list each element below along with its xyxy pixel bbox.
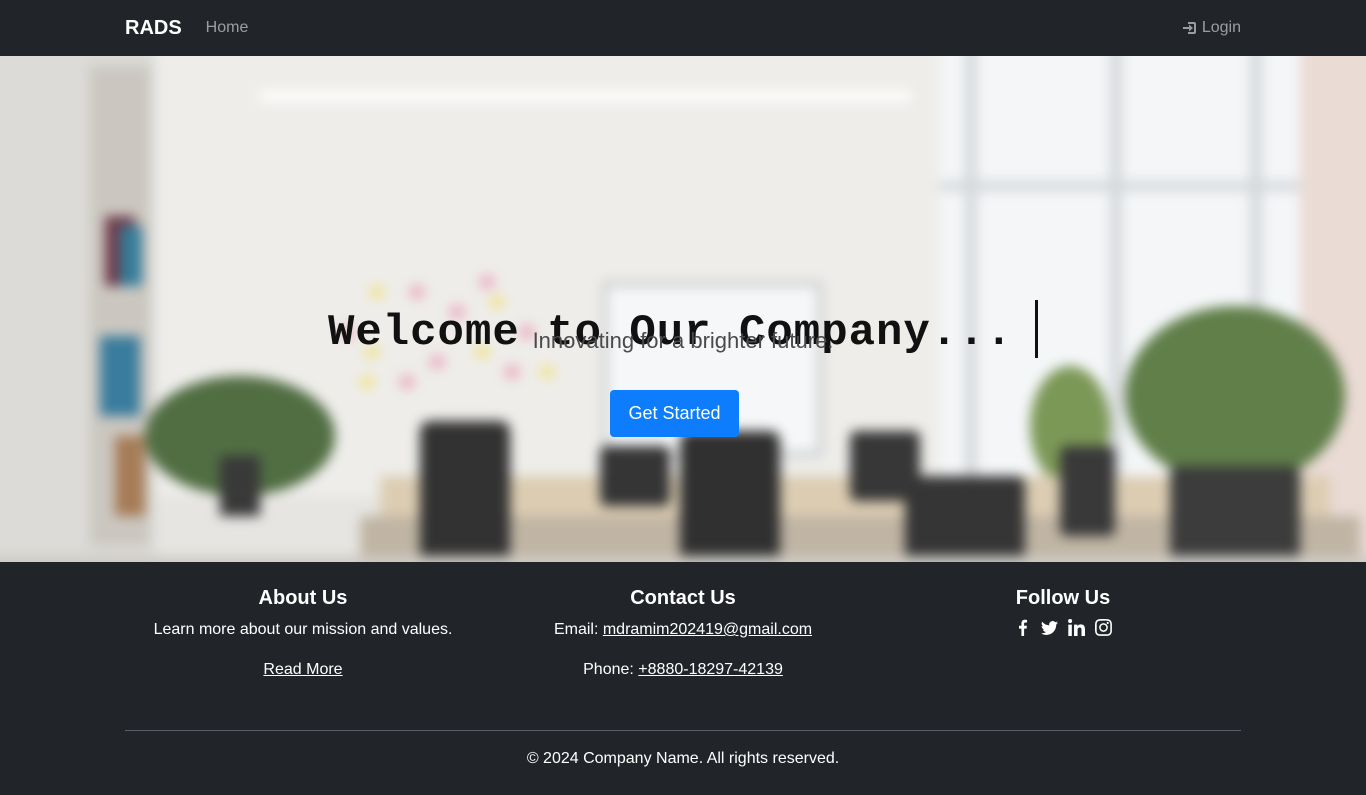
hero-section: Welcome to Our Company... Innovating for… [0, 56, 1366, 562]
hero-subtitle: Innovating for a brighter future. [532, 328, 834, 353]
login-label: Login [1201, 19, 1241, 36]
contact-heading: Contact Us [630, 587, 736, 609]
footer-divider [125, 730, 1241, 731]
nav-link-home[interactable]: Home [206, 19, 249, 37]
footer: About Us Learn more about our mission an… [0, 562, 1366, 795]
instagram-icon[interactable] [1095, 619, 1112, 636]
brand-logo[interactable]: RADS [125, 17, 182, 40]
about-text: Learn more about our mission and values. [153, 621, 453, 638]
get-started-button[interactable]: Get Started [610, 390, 739, 437]
facebook-icon[interactable] [1014, 619, 1031, 636]
twitter-icon[interactable] [1041, 619, 1058, 636]
navbar-container: RADS Home Login [125, 0, 1241, 56]
phone-link[interactable]: +8880-18297-42139 [638, 661, 783, 678]
read-more-link[interactable]: Read More [263, 661, 342, 678]
footer-contact-column: Contact Us Email: mdramim202419@gmail.co… [493, 587, 873, 699]
follow-heading: Follow Us [1015, 587, 1111, 609]
hero-content: Welcome to Our Company... Innovating for… [0, 56, 1366, 562]
linkedin-icon[interactable] [1068, 619, 1085, 636]
navbar: RADS Home Login [0, 0, 1366, 56]
footer-follow-column: Follow Us [873, 587, 1253, 636]
email-label: Email: [553, 621, 599, 638]
email-link[interactable]: mdramim202419@gmail.com [603, 621, 812, 638]
sign-in-icon [1182, 22, 1196, 34]
footer-about-column: About Us Learn more about our mission an… [113, 587, 493, 699]
contact-email-row: Email: mdramim202419@gmail.com [493, 619, 873, 641]
copyright-text: © 2024 Company Name. All rights reserved… [526, 750, 840, 767]
contact-phone-row: Phone: +8880-18297-42139 [493, 659, 873, 681]
about-heading: About Us [258, 587, 348, 609]
nav-link-login[interactable]: Login [1182, 19, 1241, 37]
social-links [873, 619, 1253, 636]
phone-label: Phone: [583, 661, 634, 678]
